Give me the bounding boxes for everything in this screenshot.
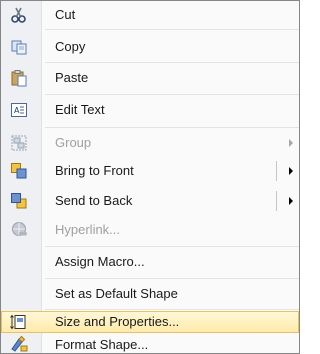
- paste-icon: [10, 69, 28, 87]
- menu-item-edit-text[interactable]: A Edit Text: [1, 98, 299, 122]
- menu-item-label: Copy: [55, 39, 86, 54]
- menu-separator: [45, 29, 299, 30]
- menu-item-group[interactable]: Group: [1, 131, 299, 155]
- menu-separator: [45, 94, 299, 95]
- menu-item-label: Edit Text: [55, 102, 105, 117]
- menu-item-label: Group: [55, 135, 92, 150]
- context-menu: Cut Copy Paste A Edit Text Group Bring t…: [0, 0, 300, 354]
- edit-text-icon: A: [10, 101, 28, 119]
- group-icon: [10, 134, 28, 152]
- menu-item-cut[interactable]: Cut: [1, 3, 299, 27]
- menu-item-label: Format Shape...: [55, 337, 149, 352]
- menu-item-label: Assign Macro...: [55, 254, 145, 269]
- menu-item-label: Bring to Front: [55, 163, 134, 178]
- submenu-arrow-icon[interactable]: [289, 197, 293, 205]
- size-properties-icon: [10, 313, 28, 331]
- menu-item-label: Hyperlink...: [55, 222, 121, 237]
- menu-item-bring-to-front[interactable]: Bring to Front: [1, 159, 299, 183]
- split-divider: [276, 191, 277, 211]
- submenu-arrow-icon: [289, 139, 293, 147]
- menu-item-set-default-shape[interactable]: Set as Default Shape: [1, 282, 299, 306]
- menu-item-assign-macro[interactable]: Assign Macro...: [1, 250, 299, 274]
- menu-separator: [45, 246, 299, 247]
- menu-item-label: Set as Default Shape: [55, 286, 178, 301]
- menu-item-paste[interactable]: Paste: [1, 66, 299, 90]
- menu-item-send-to-back[interactable]: Send to Back: [1, 189, 299, 213]
- menu-item-copy[interactable]: Copy: [1, 35, 299, 59]
- bring-to-front-icon: [10, 162, 28, 180]
- submenu-arrow-icon[interactable]: [289, 167, 293, 175]
- menu-separator: [45, 309, 299, 310]
- menu-item-hyperlink[interactable]: Hyperlink...: [1, 218, 299, 242]
- menu-item-size-and-properties[interactable]: Size and Properties...: [1, 311, 299, 333]
- menu-separator: [45, 127, 299, 128]
- svg-text:A: A: [14, 106, 20, 115]
- format-shape-icon: [10, 335, 28, 353]
- hyperlink-icon: [10, 221, 28, 239]
- menu-item-format-shape[interactable]: Format Shape...: [1, 334, 299, 353]
- scissors-icon: [10, 6, 28, 24]
- menu-separator: [45, 278, 299, 279]
- menu-item-label: Send to Back: [55, 193, 133, 208]
- menu-item-label: Cut: [55, 7, 76, 22]
- split-divider: [276, 161, 277, 181]
- send-to-back-icon: [10, 192, 28, 210]
- copy-icon: [10, 38, 28, 56]
- menu-item-label: Size and Properties...: [55, 314, 180, 329]
- menu-item-label: Paste: [55, 70, 89, 85]
- menu-separator: [45, 62, 299, 63]
